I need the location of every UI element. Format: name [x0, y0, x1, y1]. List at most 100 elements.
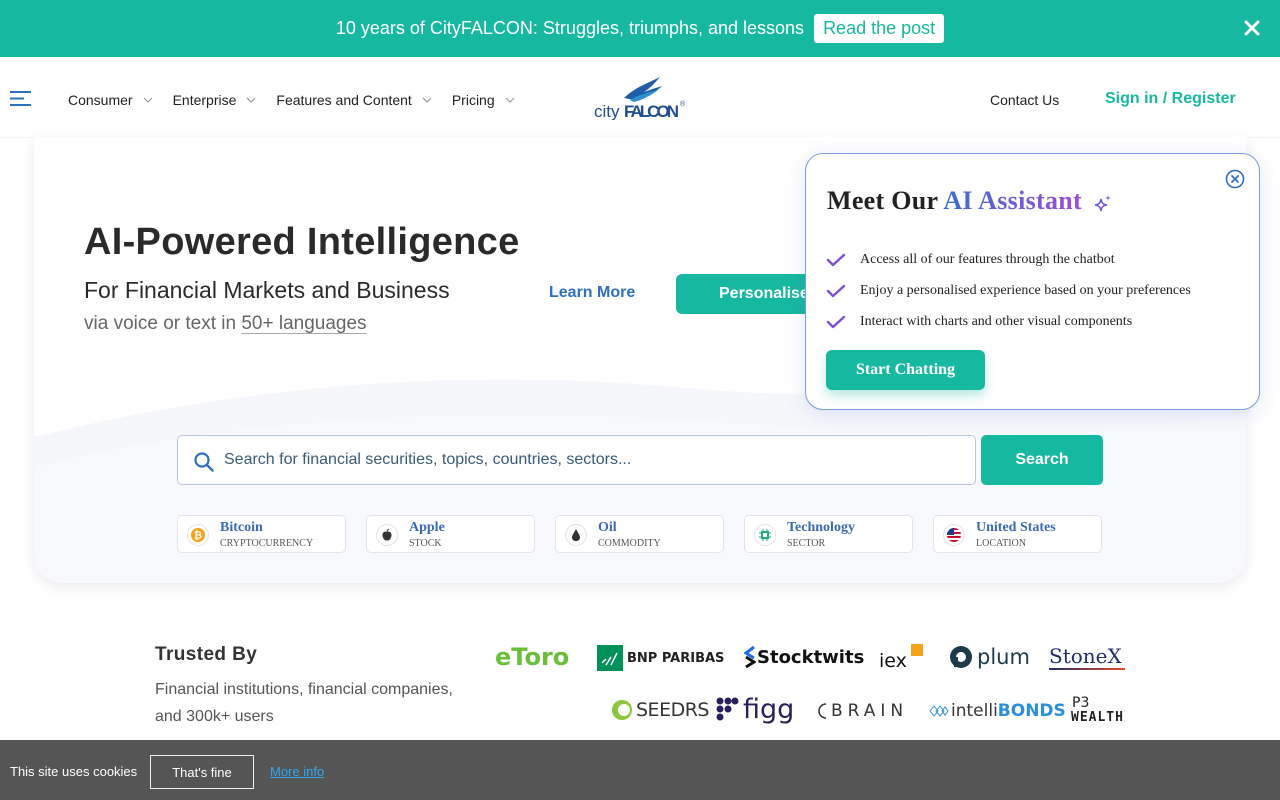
accept-cookies-button[interactable]: That's fine: [150, 755, 254, 789]
list-item: Access all of our features through the c…: [826, 244, 1191, 275]
iex-text: iex: [879, 650, 907, 672]
chip-name: Bitcoin: [220, 520, 263, 535]
search-input[interactable]: [224, 436, 964, 484]
stocktwits-logo: Stocktwits: [744, 645, 864, 669]
chip-type: COMMODITY: [598, 538, 661, 549]
sign-in-register-link[interactable]: Sign in / Register: [1105, 90, 1236, 108]
seedrs-icon: [612, 700, 632, 720]
cookie-more-info-link[interactable]: More info: [270, 764, 324, 779]
chip-apple[interactable]: Apple STOCK: [366, 515, 535, 553]
languages-link[interactable]: 50+ languages: [241, 313, 366, 334]
iex-mark-icon: [911, 644, 923, 656]
suggestion-chips: ₿ Bitcoin CRYPTOCURRENCY Apple STOCK Oil…: [177, 515, 1102, 553]
nav-features[interactable]: Features and Content: [276, 92, 432, 108]
cookie-bar: This site uses cookies That's fine More …: [0, 740, 1280, 800]
ai-assistant-popup: Meet Our AI Assistant Access all of our …: [805, 153, 1260, 410]
nav-label: Pricing: [451, 92, 495, 108]
feature-text: Enjoy a personalised experience based on…: [860, 282, 1191, 298]
contact-us-link[interactable]: Contact Us: [990, 92, 1059, 108]
figg-text: figg: [743, 694, 795, 725]
nav-menu: Consumer Enterprise Features and Content…: [68, 92, 535, 108]
hero-title: AI-Powered Intelligence: [84, 221, 520, 263]
plum-icon: [950, 646, 972, 668]
popup-title-highlight: AI Assistant: [943, 186, 1083, 215]
chip-type: CRYPTOCURRENCY: [220, 538, 314, 549]
nav-consumer[interactable]: Consumer: [68, 92, 153, 108]
chip-bitcoin[interactable]: ₿ Bitcoin CRYPTOCURRENCY: [177, 515, 346, 553]
stonex-underline: [1049, 668, 1125, 670]
stocktwits-icon: [744, 645, 756, 669]
chip-united-states[interactable]: United States LOCATION: [933, 515, 1102, 553]
chevron-down-icon: [143, 97, 153, 103]
chip-technology[interactable]: Technology SECTOR: [744, 515, 913, 553]
close-icon[interactable]: [1243, 19, 1261, 37]
oil-drop-icon: [565, 524, 587, 546]
checkmark-icon: [826, 253, 846, 266]
nav-pricing[interactable]: Pricing: [452, 92, 515, 108]
stonex-text: StoneX: [1049, 644, 1122, 668]
plum-logo: plum: [949, 645, 1030, 669]
chevron-down-icon: [422, 97, 432, 103]
p3-wealth-logo: P3 WEALTH: [1071, 695, 1127, 727]
hero-subtitle-languages: via voice or text in 50+ languages: [84, 313, 367, 335]
svg-text:₿: ₿: [194, 530, 202, 542]
bnp-paribas-text: BNP PARIBAS: [627, 650, 725, 666]
checkmark-icon: [826, 284, 846, 297]
popup-feature-list: Access all of our features through the c…: [826, 244, 1191, 337]
chevron-down-icon: [505, 97, 515, 103]
search-button[interactable]: Search: [981, 435, 1103, 485]
bonds-text: BONDS: [997, 701, 1066, 721]
chip-name: Apple: [409, 520, 445, 535]
chip-oil[interactable]: Oil COMMODITY: [555, 515, 724, 553]
trusted-by-title: Trusted By: [155, 644, 258, 665]
nav-label: Consumer: [68, 92, 133, 108]
search-box: [177, 435, 976, 485]
bitcoin-icon: ₿: [187, 524, 209, 546]
us-flag-icon: [943, 524, 965, 546]
learn-more-link[interactable]: Learn More: [549, 284, 635, 302]
popup-title-prefix: Meet Our: [827, 186, 938, 215]
intellibonds-icon: [929, 705, 949, 717]
start-chatting-button[interactable]: Start Chatting: [826, 350, 985, 390]
intellibonds-logo: intelli BONDS: [929, 701, 1066, 721]
chip-type: STOCK: [409, 538, 442, 549]
seedrs-logo: SEEDRS: [611, 699, 709, 721]
feature-text: Access all of our features through the c…: [860, 251, 1115, 267]
nav-label: Enterprise: [172, 92, 237, 108]
plum-text: plum: [977, 645, 1030, 669]
chip-name: United States: [976, 520, 1056, 535]
menu-icon[interactable]: [10, 91, 31, 106]
list-item: Interact with charts and other visual co…: [826, 306, 1191, 337]
languages-prefix: via voice or text in: [84, 313, 237, 334]
intelli-text: intelli: [951, 701, 998, 721]
nav-enterprise[interactable]: Enterprise: [173, 92, 257, 108]
feature-text: Interact with charts and other visual co…: [860, 313, 1133, 329]
chip-type: SECTOR: [787, 538, 826, 549]
bnp-stars-icon: [597, 645, 623, 671]
chevron-down-icon: [246, 97, 256, 103]
stonex-logo: StoneX: [1049, 644, 1125, 672]
popup-title: Meet Our AI Assistant: [827, 186, 1112, 216]
apple-icon: [376, 524, 398, 546]
cookie-text: This site uses cookies: [10, 764, 138, 779]
nav-label: Features and Content: [276, 92, 412, 108]
iex-logo: iex: [879, 644, 925, 672]
read-post-button[interactable]: Read the post: [814, 14, 945, 43]
seedrs-text: SEEDRS: [636, 699, 709, 721]
chip-icon: [754, 524, 776, 546]
wealth-text: WEALTH: [1071, 710, 1124, 725]
cityfalcon-logo[interactable]: city FALCON ®: [594, 74, 686, 121]
figg-icon: [716, 697, 739, 720]
close-popup-icon[interactable]: [1225, 169, 1245, 189]
bnp-paribas-logo: BNP PARIBAS: [597, 645, 724, 671]
checkmark-icon: [826, 315, 846, 328]
logo-falcon: FALCON: [624, 102, 679, 120]
chip-type: LOCATION: [976, 538, 1026, 549]
chip-name: Technology: [787, 520, 855, 535]
chip-name: Oil: [598, 520, 617, 535]
p3-text: P3: [1072, 695, 1090, 711]
hero-subtitle: For Financial Markets and Business: [84, 277, 450, 303]
list-item: Enjoy a personalised experience based on…: [826, 275, 1191, 306]
stocktwits-text: Stocktwits: [757, 646, 865, 668]
search-icon: [194, 452, 214, 472]
